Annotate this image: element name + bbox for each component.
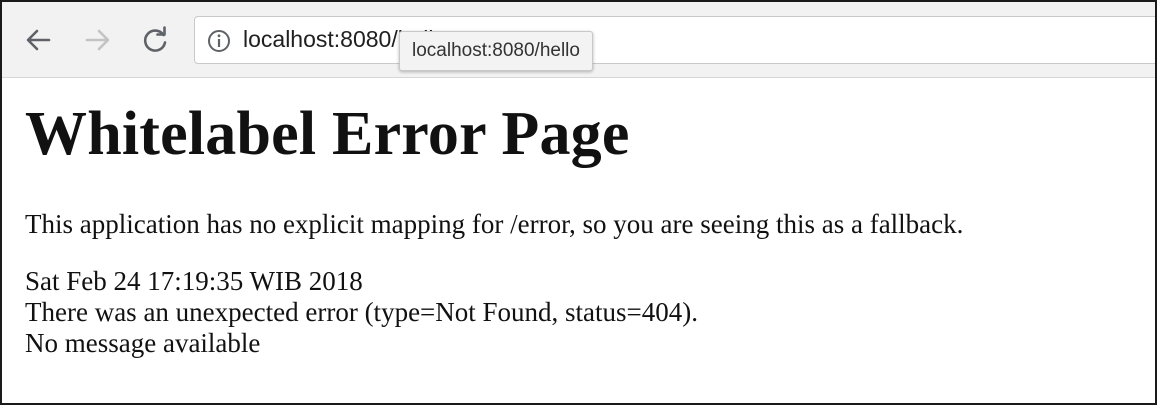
arrow-left-icon [26,29,51,51]
browser-window: localhost:8080/hello localhost:8080/hell… [0,0,1157,405]
forward-button[interactable] [82,24,114,56]
page-title: Whitelabel Error Page [25,100,630,168]
url-tooltip: localhost:8080/hello [399,31,593,71]
arrow-right-icon [85,29,110,51]
reload-icon [143,26,167,52]
error-description: This application has no explicit mapping… [25,209,964,239]
error-message: No message available [25,328,261,358]
error-status-line: There was an unexpected error (type=Not … [25,297,699,327]
page-content: Whitelabel Error Page This application h… [25,98,1145,359]
error-timestamp: Sat Feb 24 17:19:35 WIB 2018 [25,266,363,296]
back-button[interactable] [22,24,54,56]
error-details: Sat Feb 24 17:19:35 WIB 2018 There was a… [25,266,1145,359]
info-icon[interactable] [207,29,231,53]
address-bar[interactable]: localhost:8080/hello [194,16,1155,64]
reload-button[interactable] [139,24,171,56]
